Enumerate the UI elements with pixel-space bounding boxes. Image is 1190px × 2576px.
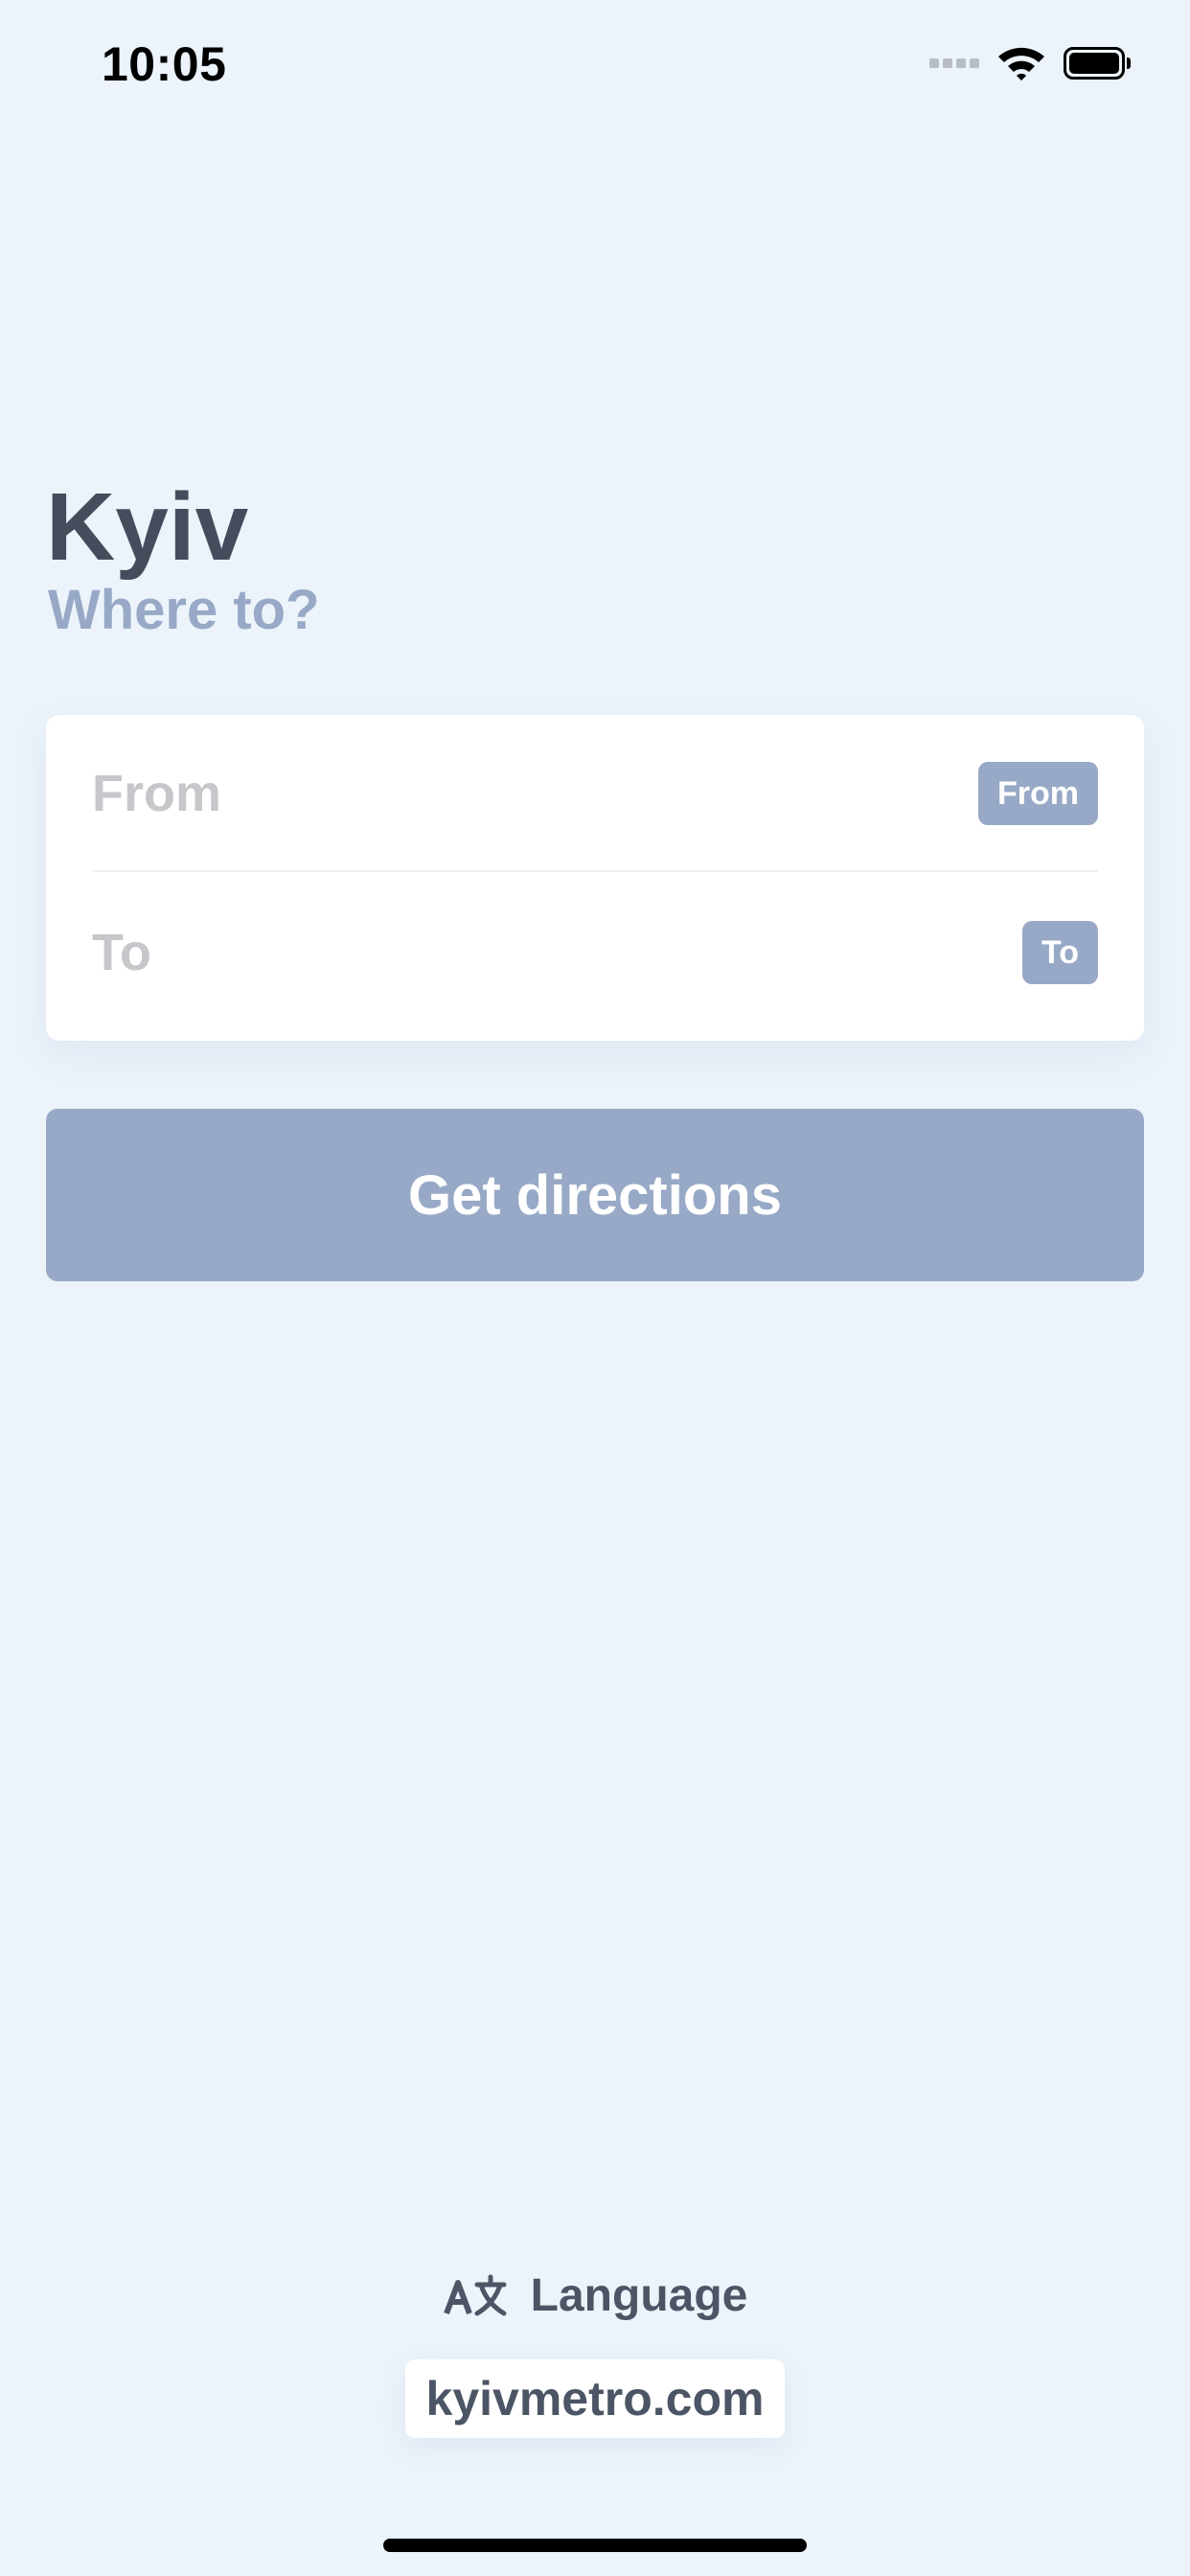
battery-icon (1064, 47, 1131, 80)
language-button[interactable]: Language (0, 2262, 1190, 2329)
website-link[interactable]: kyivmetro.com (405, 2359, 785, 2438)
route-form-card: From From To To (46, 715, 1144, 1041)
to-placeholder: To (92, 924, 151, 981)
status-icons (929, 44, 1131, 82)
to-field[interactable]: To To (92, 874, 1098, 1031)
from-field[interactable]: From From (92, 715, 1098, 872)
page-subtitle: Where to? (48, 579, 320, 641)
get-directions-button[interactable]: Get directions (46, 1109, 1144, 1281)
language-label: Language (530, 2269, 748, 2321)
field-divider (92, 870, 1098, 872)
translate-icon (443, 2274, 507, 2316)
wifi-icon (998, 47, 1044, 80)
status-time: 10:05 (102, 37, 227, 91)
home-indicator[interactable] (383, 2539, 807, 2552)
from-chip: From (978, 762, 1098, 825)
from-placeholder: From (92, 765, 221, 822)
status-bar: 10:05 (0, 0, 1190, 126)
city-title: Kyiv (46, 473, 249, 581)
to-chip: To (1021, 921, 1098, 984)
cellular-signal-icon (929, 58, 979, 68)
